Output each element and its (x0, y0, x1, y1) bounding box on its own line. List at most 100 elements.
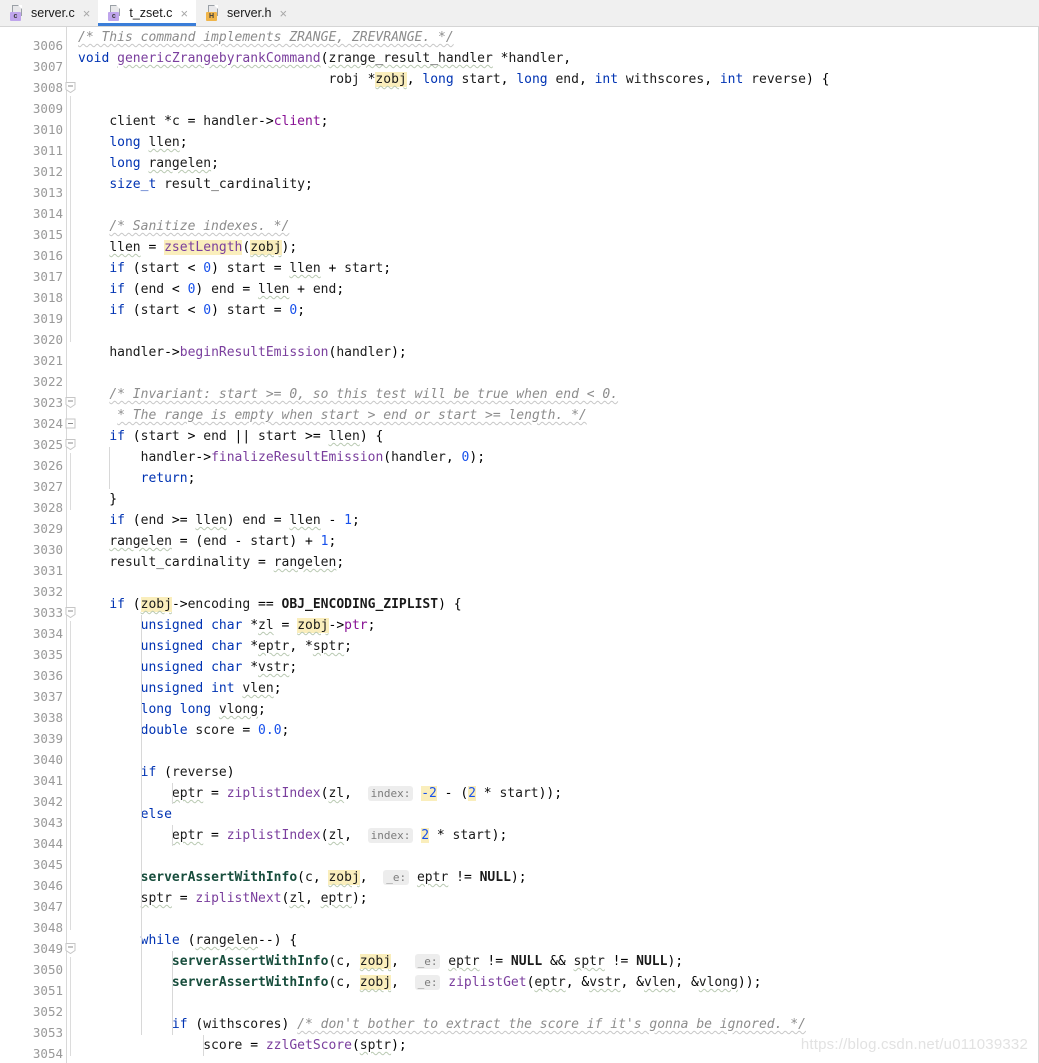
code-line[interactable]: } (74, 489, 1038, 510)
code-line[interactable] (74, 741, 1038, 762)
code-token: llen (148, 135, 180, 150)
code-line[interactable]: /* Invariant: start >= 0, so this test w… (74, 384, 1038, 405)
code-line[interactable]: serverAssertWithInfo(c, zobj, _e: eptr !… (74, 951, 1038, 972)
code-line[interactable]: robj *zobj, long start, long end, int wi… (74, 69, 1038, 90)
code-number: 0 (203, 261, 212, 276)
code-line[interactable]: /* Sanitize indexes. */ (74, 216, 1038, 237)
line-number: 3049 (32, 941, 63, 956)
code-token: char (211, 660, 243, 675)
code-line[interactable]: serverAssertWithInfo(c, zobj, _e: eptr !… (74, 867, 1038, 888)
code-token: unsigned (140, 618, 204, 633)
code-line[interactable]: llen = zsetLength(zobj); (74, 237, 1038, 258)
code-token: score (195, 723, 235, 738)
code-line[interactable] (74, 846, 1038, 867)
line-number: 3043 (32, 815, 63, 830)
code-line[interactable]: serverAssertWithInfo(c, zobj, _e: ziplis… (74, 972, 1038, 993)
line-number: 3050 (32, 962, 63, 977)
code-token: llen (195, 513, 227, 528)
code-line[interactable]: unsigned char *eptr, *sptr; (74, 636, 1038, 657)
close-icon[interactable]: × (280, 7, 288, 20)
code-line[interactable]: size_t result_cardinality; (74, 174, 1038, 195)
code-token: unsigned (140, 639, 204, 654)
code-token: llen (289, 513, 321, 528)
line-number: 3042 (32, 794, 63, 809)
code-token: eptr (171, 828, 204, 843)
code-line[interactable]: unsigned char *vstr; (74, 657, 1038, 678)
code-line[interactable]: long rangelen; (74, 153, 1038, 174)
code-line[interactable]: if (zobj->encoding == OBJ_ENCODING_ZIPLI… (74, 594, 1038, 615)
indent-guide (171, 783, 173, 804)
close-icon[interactable]: × (83, 7, 91, 20)
code-line[interactable]: * The range is empty when start > end or… (74, 405, 1038, 426)
tab-server-h[interactable]: H server.h × (196, 0, 295, 26)
code-line[interactable]: handler->finalizeResultEmission(handler,… (74, 447, 1038, 468)
code-token: zl (328, 786, 345, 801)
line-number: 3054 (32, 1046, 63, 1061)
code-line[interactable]: double score = 0.0; (74, 720, 1038, 741)
code-line[interactable]: score = zzlGetScore(sptr); (74, 1035, 1038, 1056)
code-line[interactable]: return; (74, 468, 1038, 489)
line-number: 3010 (32, 122, 63, 137)
code-line[interactable]: if (start > end || start >= llen) { (74, 426, 1038, 447)
code-line[interactable]: unsigned char *zl = zobj->ptr; (74, 615, 1038, 636)
code-line[interactable]: void genericZrangebyrankCommand(zrange_r… (74, 48, 1038, 69)
code-line[interactable]: sptr = ziplistNext(zl, eptr); (74, 888, 1038, 909)
code-line[interactable] (74, 363, 1038, 384)
code-text-area[interactable]: /* This command implements ZRANGE, ZREVR… (74, 27, 1038, 1063)
code-line[interactable] (74, 321, 1038, 342)
code-number: 0 (461, 450, 470, 465)
code-line[interactable]: eptr = ziplistIndex(zl, index: 2 * start… (74, 825, 1038, 846)
code-line[interactable] (74, 90, 1038, 111)
code-token: long (422, 72, 454, 87)
code-line[interactable] (74, 909, 1038, 930)
code-token: zl (328, 828, 345, 843)
code-token: reverse (751, 72, 806, 87)
fold-region-guide (70, 957, 71, 1056)
code-line[interactable] (74, 573, 1038, 594)
code-line[interactable]: unsigned int vlen; (74, 678, 1038, 699)
code-token: start (140, 261, 180, 276)
code-line[interactable] (74, 993, 1038, 1014)
tab-t-zset-c[interactable]: c t_zset.c × (98, 0, 197, 26)
code-token: ziplistIndex (226, 828, 321, 843)
code-token: vlong (698, 975, 738, 990)
code-token: end (555, 72, 579, 87)
tab-server-c[interactable]: c server.c × (0, 0, 98, 26)
code-editor[interactable]: 3006 3007 3008 3009 3010 3011 3012 3013 3014 3015… (0, 27, 1039, 1063)
code-line[interactable] (74, 195, 1038, 216)
code-line[interactable]: while (rangelen--) { (74, 930, 1038, 951)
code-token: return (140, 471, 188, 486)
code-line[interactable]: long llen; (74, 132, 1038, 153)
line-number: 3028 (32, 500, 63, 515)
code-token: OBJ_ENCODING_ZIPLIST (281, 597, 439, 612)
code-line[interactable]: if (start < 0) start = 0; (74, 300, 1038, 321)
inlay-parameter-hint: _e: (414, 954, 441, 969)
line-number: 3053 (32, 1025, 63, 1040)
c-file-icon-badge: c (10, 12, 21, 21)
code-line[interactable]: handler->beginResultEmission(handler); (74, 342, 1038, 363)
code-line[interactable]: result_cardinality = rangelen; (74, 552, 1038, 573)
line-number: 3048 (32, 920, 63, 935)
code-token: int (719, 72, 744, 87)
code-line[interactable]: if (start < 0) start = llen + start; (74, 258, 1038, 279)
code-token: start (461, 72, 501, 87)
code-line[interactable]: long long vlong; (74, 699, 1038, 720)
code-line[interactable]: else (74, 804, 1038, 825)
code-token: end (140, 282, 165, 297)
code-line[interactable]: eptr = ziplistIndex(zl, index: -2 - (2 *… (74, 783, 1038, 804)
code-token: sptr (140, 891, 172, 906)
code-token: rangelen (109, 534, 172, 549)
code-line[interactable]: if (end < 0) end = llen + end; (74, 279, 1038, 300)
close-icon[interactable]: × (180, 7, 188, 20)
line-number: 3021 (32, 353, 63, 368)
line-number: 3041 (32, 773, 63, 788)
code-line[interactable]: if (end >= llen) end = llen - 1; (74, 510, 1038, 531)
line-number: 3013 (32, 185, 63, 200)
code-line[interactable]: /* This command implements ZRANGE, ZREVR… (74, 27, 1038, 48)
code-line[interactable]: if (reverse) (74, 762, 1038, 783)
line-number: 3030 (32, 542, 63, 557)
code-line[interactable]: if (withscores) /* don't bother to extra… (74, 1014, 1038, 1035)
code-line[interactable]: rangelen = (end - start) + 1; (74, 531, 1038, 552)
code-number: 1 (344, 513, 352, 528)
code-line[interactable]: client *c = handler->client; (74, 111, 1038, 132)
